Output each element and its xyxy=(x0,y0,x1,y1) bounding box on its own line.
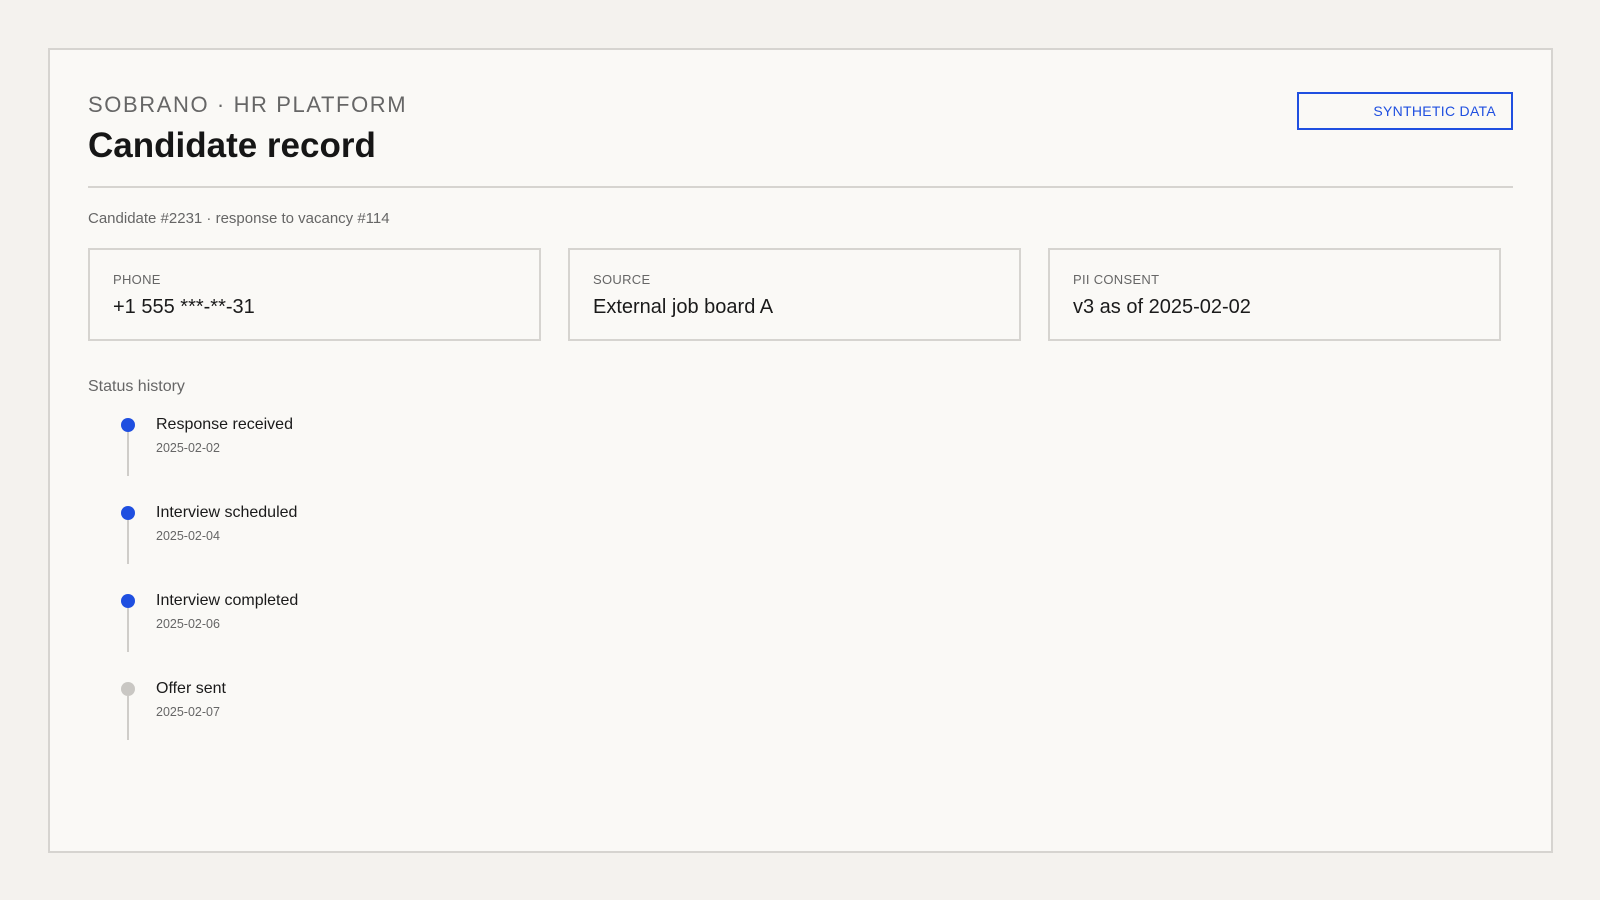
pii-consent-label: PII CONSENT xyxy=(1073,272,1160,287)
source-value: External job board A xyxy=(593,296,774,318)
status-dot-icon xyxy=(121,506,135,520)
timeline-item: Interview completed 2025-02-06 xyxy=(88,592,488,680)
brand-label: SOBRANO · HR PLATFORM xyxy=(88,92,408,117)
status-dot-icon xyxy=(121,418,135,432)
timeline-item-title: Response received xyxy=(156,416,293,433)
timeline-item-date: 2025-02-07 xyxy=(156,705,220,719)
timeline-item-date: 2025-02-04 xyxy=(156,529,220,543)
timeline-item-date: 2025-02-06 xyxy=(156,617,220,631)
info-cards: PHONE +1 555 ***-**-31 SOURCE External j… xyxy=(88,248,1501,341)
phone-value: +1 555 ***-**-31 xyxy=(113,296,255,318)
timeline-item-title: Offer sent xyxy=(156,680,226,697)
timeline-item: Response received 2025-02-02 xyxy=(88,416,488,504)
source-card: SOURCE External job board A xyxy=(568,248,1021,341)
pii-consent-card: PII CONSENT v3 as of 2025-02-02 xyxy=(1048,248,1501,341)
candidate-record-panel: SOBRANO · HR PLATFORM Candidate record S… xyxy=(48,48,1553,853)
timeline-item: Interview scheduled 2025-02-04 xyxy=(88,504,488,592)
timeline-connector xyxy=(127,608,129,652)
synthetic-data-badge: SYNTHETIC DATA xyxy=(1297,92,1513,130)
timeline-item: Offer sent 2025-02-07 xyxy=(88,680,488,768)
phone-label: PHONE xyxy=(113,272,161,287)
page-title: Candidate record xyxy=(88,126,376,165)
timeline-connector xyxy=(127,696,129,740)
timeline-item-title: Interview scheduled xyxy=(156,504,298,521)
source-label: SOURCE xyxy=(593,272,651,287)
status-dot-icon xyxy=(121,594,135,608)
status-dot-pending-icon xyxy=(121,682,135,696)
page-header: SOBRANO · HR PLATFORM Candidate record S… xyxy=(88,92,1513,188)
status-history-label: Status history xyxy=(88,378,185,395)
phone-card: PHONE +1 555 ***-**-31 xyxy=(88,248,541,341)
timeline-connector xyxy=(127,520,129,564)
candidate-meta: Candidate #2231 · response to vacancy #1… xyxy=(88,210,390,227)
pii-consent-value: v3 as of 2025-02-02 xyxy=(1073,296,1251,318)
timeline-item-title: Interview completed xyxy=(156,592,299,609)
timeline-item-date: 2025-02-02 xyxy=(156,441,220,455)
status-timeline: Response received 2025-02-02 Interview s… xyxy=(88,416,488,768)
timeline-connector xyxy=(127,432,129,476)
